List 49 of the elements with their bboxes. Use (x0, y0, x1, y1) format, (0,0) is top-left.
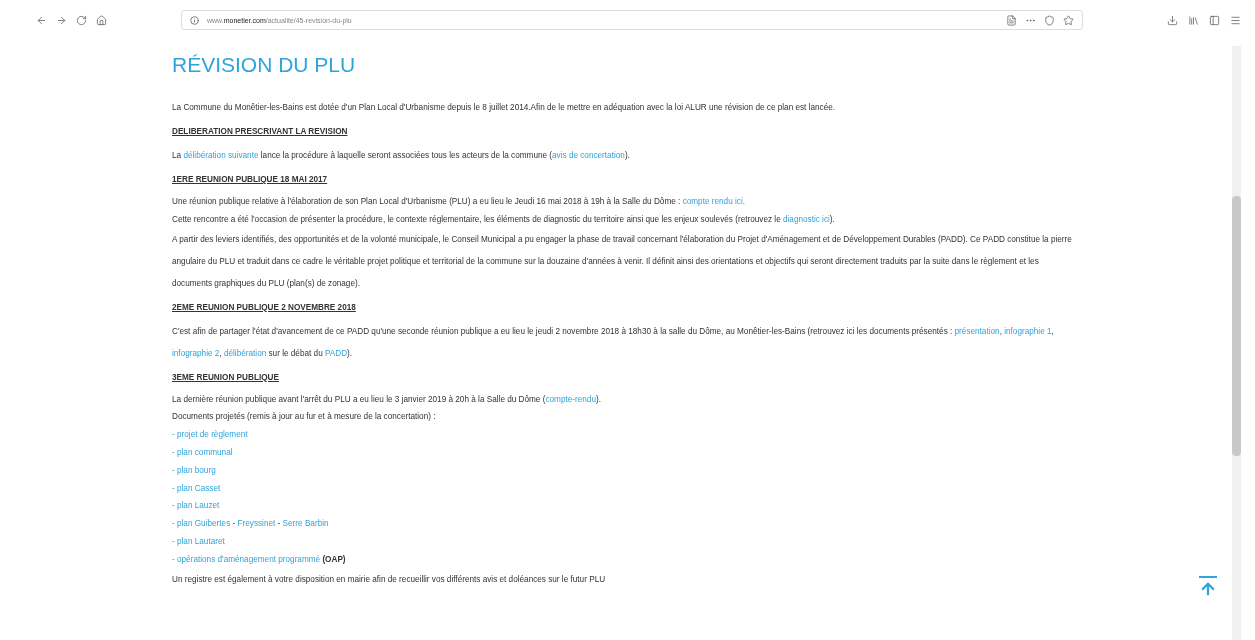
text-link[interactable]: - plan bourg (172, 465, 216, 475)
paragraph: Un registre est également à votre disposition en mairie afin de recueillir vos différents avis et doléances sur le futur PLU (172, 573, 607, 586)
page-title: RÉVISION DU PLU (172, 53, 357, 77)
home-icon[interactable] (96, 14, 107, 26)
library-icon[interactable] (1188, 14, 1199, 26)
scrollbar[interactable] (1232, 46, 1241, 640)
download-icon[interactable] (1167, 14, 1178, 26)
text-link[interactable]: - plan Casset (172, 483, 221, 493)
paragraph: C'est afin de partager l'état d'avancement de ce PADD qu'une seconde réunion publique a eu lieu le jeudi 2 novembre 2018 à 18h30 à la salle du Dôme, au Monêtier-les-Bains (retrouvez ici les documents présentés : présentation, infographie 1, infographie 2, délibération sur le débat du PADD). (172, 325, 1055, 360)
paragraph: Une réunion publique relative à l'élaboration de son Plan Local d'Urbanisme (PLU) a eu lieu le Jeudi 16 mai 2018 à 19h à la Salle du Dôme : compte rendu ici. (172, 196, 746, 208)
section-heading: DELIBERATION PRESCRIVANT LA REVISION (172, 126, 349, 138)
text-link[interactable]: PADD (324, 348, 348, 358)
paragraph: A partir des leviers identifiés, des opportunités et de la volonté municipale, le Conseil Municipal a pu engager la phase de travail concernant l'élaboration du Projet d'Aménagement et de Développement Durables (PADD). Ce PADD constitue la pierre angulaire du PLU et traduit dans ce cadre le véritable projet politique et territorial de la commune sur la douzaine d'années à venir. Il définit ainsi des orientations et objectifs qui seront directement traduits par la suite dans le règlement et les documents graphiques du PLU (plan(s) de zonage). (172, 233, 1072, 290)
text-link[interactable]: - opérations d'aménagement programmé (172, 554, 321, 564)
text-link[interactable]: Serre Barbin (282, 519, 329, 529)
text-link[interactable]: délibération (223, 348, 267, 358)
paragraph: - plan Guibertes - Freyssinet - Serre Barbin (172, 518, 330, 531)
text-link[interactable]: - plan Guibertes (172, 519, 231, 529)
text-link[interactable]: - plan communal (172, 448, 233, 457)
paragraph: Documents projetés (remis à jour au fur et à mesure de la concertation) : (172, 411, 437, 424)
text-link[interactable]: délibération suivante (183, 151, 259, 160)
text-link[interactable]: - plan Lauzet (172, 501, 220, 511)
back-icon[interactable] (36, 14, 47, 26)
sidebar-icon[interactable] (1209, 14, 1220, 26)
text-link[interactable]: - plan Lautaret (172, 536, 225, 546)
text-link[interactable]: compte-rendu (545, 394, 596, 404)
text-link[interactable]: avis de concertation (552, 151, 625, 160)
section-heading: 1ERE REUNION PUBLIQUE 18 MAI 2017 (172, 174, 329, 186)
paragraph: - opérations d'aménagement programmé (OAP) (172, 553, 347, 566)
text-link[interactable]: infographie 1 (1004, 326, 1052, 336)
paragraph: La dernière réunion publique avant l'arrêt du PLU a eu lieu le 3 janvier 2019 à 20h à la Salle du Dôme (compte-rendu). (172, 393, 602, 406)
text-link[interactable]: diagnostic ici (782, 214, 830, 224)
text-link[interactable]: présentation (954, 326, 1000, 336)
bookmark-star-icon[interactable] (1063, 14, 1074, 26)
back-to-top-button[interactable] (1199, 576, 1217, 598)
reload-icon[interactable] (76, 14, 87, 26)
section-heading: 2EME REUNION PUBLIQUE 2 NOVEMBRE 2018 (172, 301, 357, 314)
section-heading: 3EME REUNION PUBLIQUE (172, 371, 280, 384)
text-link[interactable]: - projet de règlement (172, 430, 248, 440)
forward-icon[interactable] (56, 14, 67, 26)
info-icon (190, 15, 199, 25)
reader-view-icon[interactable] (1006, 14, 1017, 26)
text-link[interactable]: Freyssinet (237, 519, 276, 529)
text-link[interactable]: compte rendu ici. (682, 197, 745, 206)
menu-icon[interactable] (1230, 14, 1241, 26)
paragraph: Cette rencontre a été l'occasion de présenter la procédure, le contexte réglementaire, les éléments de diagnostic du territoire ainsi que les enjeux soulevés (retrouvez le diagnostic ici). (172, 213, 836, 226)
shield-icon[interactable] (1044, 14, 1055, 26)
paragraph: La Commune du Monêtier-les-Bains est dotée d'un Plan Local d'Urbanisme depuis le 8 juillet 2014.Afin de le mettre en adéquation avec la loi ALUR une révision de ce plan est lancée. (172, 102, 837, 114)
paragraph: La délibération suivante lance la procédure à laquelle seront associées tous les acteurs de la commune (avis de concertation). (172, 150, 631, 162)
